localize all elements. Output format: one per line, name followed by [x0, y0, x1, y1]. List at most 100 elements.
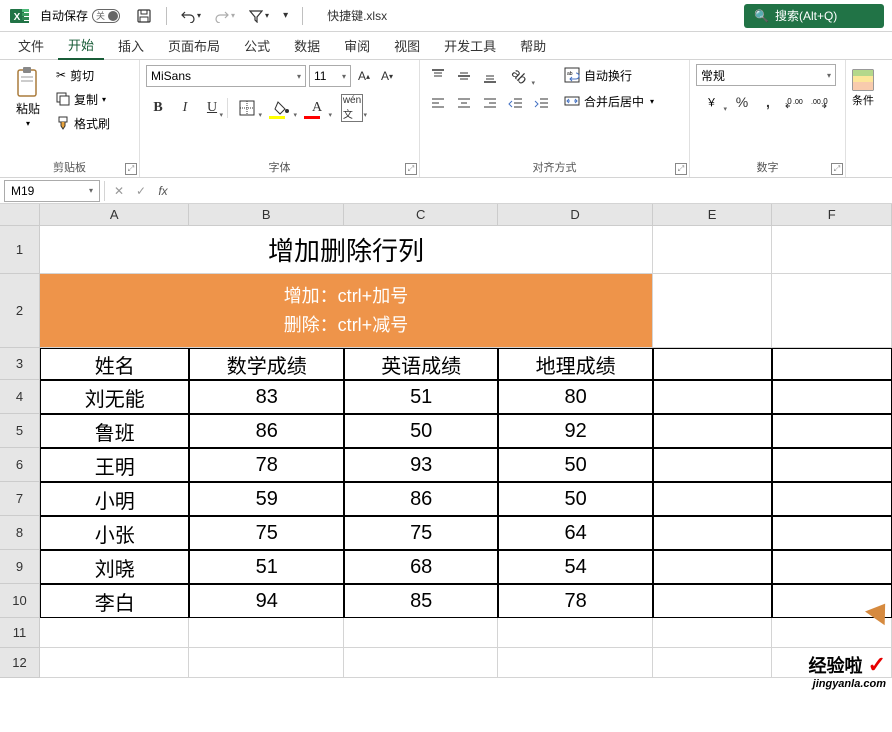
cell[interactable]: 姓名: [40, 348, 189, 380]
spreadsheet-grid[interactable]: ABCDEF 123456789101112 增加删除行列增加：ctrl+加号删…: [0, 204, 892, 730]
cell[interactable]: 86: [189, 414, 343, 448]
cell[interactable]: 59: [189, 482, 343, 516]
cell[interactable]: 75: [344, 516, 498, 550]
cell[interactable]: 数学成绩: [189, 348, 343, 380]
align-top-button[interactable]: [426, 64, 450, 88]
cell[interactable]: [653, 274, 773, 348]
font-color-button[interactable]: A▾: [301, 96, 333, 120]
decrease-indent-button[interactable]: [504, 92, 528, 116]
font-name-combo[interactable]: MiSans▾: [146, 65, 306, 87]
cell[interactable]: [772, 618, 892, 648]
row-header[interactable]: 6: [0, 448, 39, 482]
cell[interactable]: [772, 482, 892, 516]
cell[interactable]: 64: [498, 516, 652, 550]
borders-button[interactable]: ▾: [231, 96, 263, 120]
tab-data[interactable]: 数据: [284, 32, 330, 59]
cell[interactable]: [653, 414, 773, 448]
cell[interactable]: 小明: [40, 482, 189, 516]
underline-button[interactable]: U▾: [200, 96, 224, 120]
row-header[interactable]: 12: [0, 648, 39, 678]
row-header[interactable]: 10: [0, 584, 39, 618]
conditional-format-button[interactable]: 条件: [848, 64, 878, 173]
cell[interactable]: 68: [344, 550, 498, 584]
row-header[interactable]: 2: [0, 274, 39, 348]
row-header[interactable]: 4: [0, 380, 39, 414]
row-header[interactable]: 8: [0, 516, 39, 550]
cell[interactable]: [653, 448, 773, 482]
dialog-launcher-icon[interactable]: ⤢: [405, 163, 417, 175]
italic-button[interactable]: I: [173, 96, 197, 120]
increase-decimal-button[interactable]: .0.00: [782, 90, 806, 114]
increase-indent-button[interactable]: [530, 92, 554, 116]
save-button[interactable]: [132, 6, 156, 26]
cell[interactable]: 小张: [40, 516, 189, 550]
cell[interactable]: 鲁班: [40, 414, 189, 448]
align-bottom-button[interactable]: [478, 64, 502, 88]
cell[interactable]: [653, 550, 773, 584]
cell[interactable]: [344, 618, 498, 648]
cell[interactable]: 50: [498, 482, 652, 516]
cell[interactable]: 85: [344, 584, 498, 618]
tab-file[interactable]: 文件: [8, 32, 54, 59]
cell[interactable]: [772, 516, 892, 550]
cell[interactable]: [498, 648, 652, 678]
undo-button[interactable]: ▾: [177, 7, 205, 25]
copy-button[interactable]: 复制▾: [54, 88, 112, 110]
decrease-decimal-button[interactable]: .00.0: [808, 90, 832, 114]
cell[interactable]: 83: [189, 380, 343, 414]
column-header[interactable]: F: [772, 204, 892, 225]
percent-button[interactable]: %: [730, 90, 754, 114]
cell[interactable]: 51: [344, 380, 498, 414]
tab-developer[interactable]: 开发工具: [434, 32, 506, 59]
cell[interactable]: 78: [498, 584, 652, 618]
tab-review[interactable]: 审阅: [334, 32, 380, 59]
format-painter-button[interactable]: 格式刷: [54, 112, 112, 134]
cell[interactable]: [772, 414, 892, 448]
tab-view[interactable]: 视图: [384, 32, 430, 59]
select-all-corner[interactable]: [0, 204, 40, 226]
cell[interactable]: 51: [189, 550, 343, 584]
cell[interactable]: [772, 550, 892, 584]
cell[interactable]: [498, 618, 652, 648]
accounting-format-button[interactable]: ￥▾: [696, 90, 728, 114]
cell[interactable]: 王明: [40, 448, 189, 482]
cell[interactable]: [653, 348, 773, 380]
cell[interactable]: [653, 618, 773, 648]
row-header[interactable]: 11: [0, 618, 39, 648]
dialog-launcher-icon[interactable]: ⤢: [125, 163, 137, 175]
column-header[interactable]: B: [189, 204, 343, 225]
cell[interactable]: 50: [344, 414, 498, 448]
cells-table[interactable]: 增加删除行列增加：ctrl+加号删除：ctrl+减号姓名数学成绩英语成绩地理成绩…: [40, 226, 892, 678]
accept-formula-button[interactable]: ✓: [131, 181, 151, 201]
cell[interactable]: 93: [344, 448, 498, 482]
cell[interactable]: 地理成绩: [498, 348, 652, 380]
cut-button[interactable]: ✂剪切: [54, 64, 112, 86]
cell[interactable]: [653, 584, 773, 618]
formula-input[interactable]: [177, 180, 892, 202]
cell[interactable]: 英语成绩: [344, 348, 498, 380]
decrease-font-button[interactable]: A▾: [377, 64, 397, 88]
font-size-combo[interactable]: 11▾: [309, 65, 351, 87]
name-box[interactable]: M19▾: [4, 180, 100, 202]
row-header[interactable]: 7: [0, 482, 39, 516]
row-header[interactable]: 1: [0, 226, 39, 274]
align-left-button[interactable]: [426, 92, 450, 116]
comma-button[interactable]: ,: [756, 90, 780, 114]
column-header[interactable]: A: [40, 204, 189, 225]
cell[interactable]: 增加删除行列: [40, 226, 653, 274]
tab-page-layout[interactable]: 页面布局: [158, 32, 230, 59]
cell[interactable]: [653, 648, 773, 678]
cell[interactable]: [653, 516, 773, 550]
cell[interactable]: 李白: [40, 584, 189, 618]
bold-button[interactable]: B: [146, 96, 170, 120]
align-middle-button[interactable]: [452, 64, 476, 88]
cell[interactable]: [772, 348, 892, 380]
cell[interactable]: 86: [344, 482, 498, 516]
column-header[interactable]: D: [498, 204, 652, 225]
orientation-button[interactable]: ab▾: [504, 64, 536, 88]
merge-center-button[interactable]: 合并后居中▾: [560, 90, 658, 112]
row-header[interactable]: 9: [0, 550, 39, 584]
cell[interactable]: 刘晓: [40, 550, 189, 584]
increase-font-button[interactable]: A▴: [354, 64, 374, 88]
tab-help[interactable]: 帮助: [510, 32, 556, 59]
